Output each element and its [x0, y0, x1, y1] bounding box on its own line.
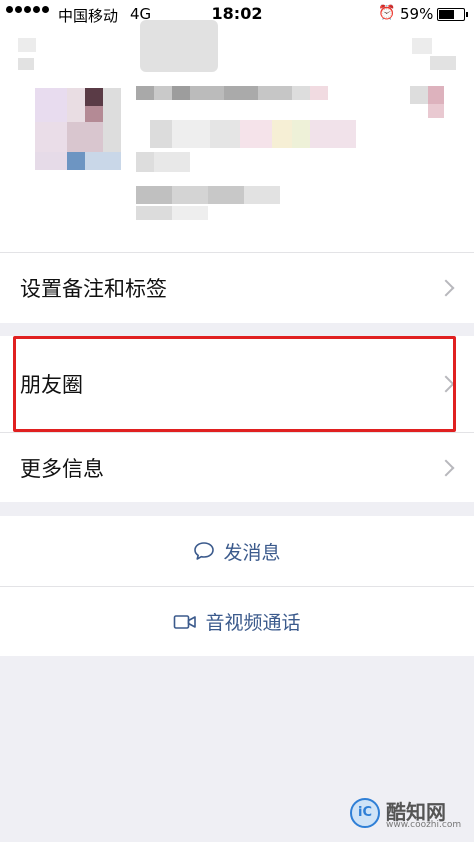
video-camera-icon — [173, 613, 197, 631]
send-message-button[interactable]: 发消息 — [0, 516, 474, 586]
status-bar: 中国移动 4G 18:02 ⏰ 59% — [0, 0, 474, 28]
more-info-row[interactable]: 更多信息 — [0, 433, 474, 502]
video-call-label: 音视频通话 — [205, 612, 301, 634]
watermark-logo: iC 酷知网 www.coozhi.com — [350, 792, 468, 836]
avatar[interactable] — [140, 20, 218, 72]
profile-header — [0, 20, 474, 252]
remark-and-tags-row[interactable]: 设置备注和标签 — [0, 253, 474, 323]
watermark-url: www.coozhi.com — [386, 820, 462, 830]
battery-percentage: 59% — [400, 5, 434, 23]
remark-and-tags-label: 设置备注和标签 — [20, 277, 167, 301]
chevron-right-icon — [437, 459, 455, 476]
battery-icon — [437, 8, 468, 21]
watermark-icon: iC — [350, 798, 380, 828]
video-call-button[interactable]: 音视频通话 — [0, 587, 474, 656]
send-message-label: 发消息 — [223, 541, 281, 564]
chat-bubble-icon — [193, 541, 215, 561]
more-info-label: 更多信息 — [20, 456, 104, 481]
chevron-right-icon — [437, 279, 455, 297]
alarm-icon: ⏰ — [378, 5, 396, 21]
highlight-box — [13, 336, 456, 432]
